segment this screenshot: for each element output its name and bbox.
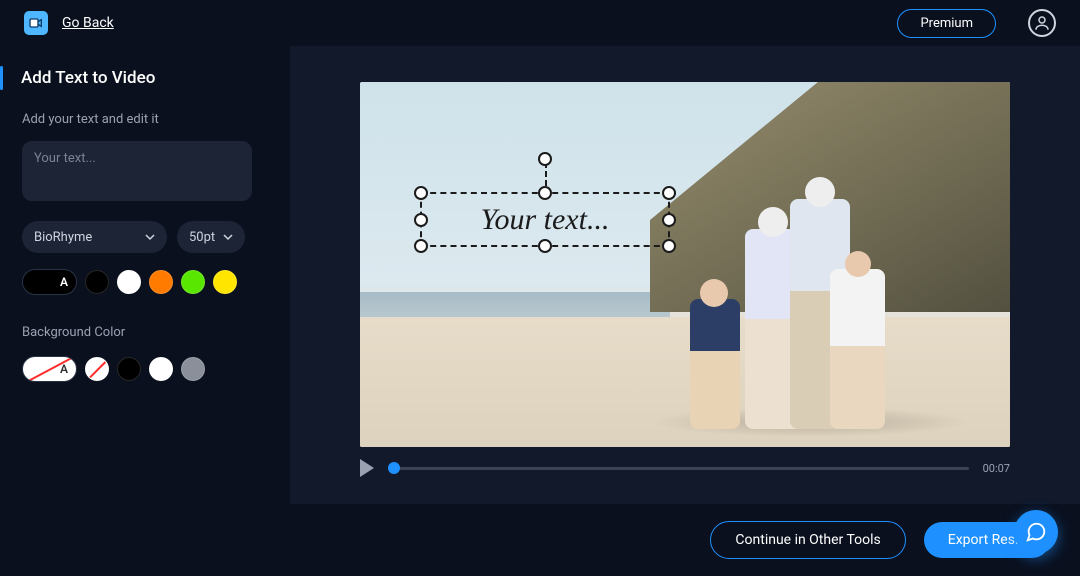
chevron-down-icon (145, 232, 155, 242)
seek-track[interactable] (388, 467, 969, 470)
text-color-white[interactable] (117, 270, 141, 294)
size-select-value: 50pt (189, 230, 215, 245)
sidebar: Add Text to Video Add your text and edit… (0, 46, 290, 576)
go-back-link[interactable]: Go Back (62, 15, 114, 31)
text-color-orange[interactable] (149, 270, 173, 294)
text-color-row: A (22, 269, 268, 295)
heading-accent (0, 66, 3, 90)
bg-color-white[interactable] (149, 357, 173, 381)
bg-color-indicator[interactable]: A (22, 356, 77, 382)
sidebar-subtitle: Add your text and edit it (22, 112, 268, 127)
resize-handle-tl[interactable] (414, 186, 428, 200)
text-color-green[interactable] (181, 270, 205, 294)
video-canvas[interactable]: Your text... (360, 82, 1010, 447)
resize-handle-bl[interactable] (414, 239, 428, 253)
bg-color-label: Background Color (22, 325, 268, 340)
bg-color-grey[interactable] (181, 357, 205, 381)
font-select-value: BioRhyme (34, 230, 92, 245)
video-player-bar: 00:07 (360, 459, 1010, 477)
seek-thumb[interactable] (388, 462, 400, 474)
resize-handle-tm[interactable] (538, 186, 552, 200)
text-input[interactable] (22, 141, 252, 201)
play-button[interactable] (360, 459, 374, 477)
chevron-down-icon (223, 232, 233, 242)
app-logo-icon (24, 11, 48, 35)
sidebar-title: Add Text to Video (21, 68, 155, 88)
size-select[interactable]: 50pt (177, 221, 245, 253)
bg-color-none[interactable] (85, 357, 109, 381)
bg-color-row: A (22, 356, 268, 382)
duration-label: 00:07 (983, 462, 1010, 475)
rotate-handle[interactable] (538, 152, 552, 166)
overlay-text: Your text... (481, 203, 610, 237)
letter-a-icon: A (60, 275, 68, 289)
continue-button[interactable]: Continue in Other Tools (710, 521, 905, 559)
bg-color-black[interactable] (117, 357, 141, 381)
text-color-indicator[interactable]: A (22, 269, 77, 295)
text-color-black[interactable] (85, 270, 109, 294)
resize-handle-ml[interactable] (414, 213, 428, 227)
text-overlay-box[interactable]: Your text... (420, 192, 670, 247)
resize-handle-bm[interactable] (538, 239, 552, 253)
resize-handle-mr[interactable] (662, 213, 676, 227)
text-color-yellow[interactable] (213, 270, 237, 294)
premium-button[interactable]: Premium (897, 9, 996, 38)
resize-handle-tr[interactable] (662, 186, 676, 200)
letter-a-icon: A (60, 362, 68, 376)
resize-handle-br[interactable] (662, 239, 676, 253)
font-select[interactable]: BioRhyme (22, 221, 167, 253)
account-avatar[interactable] (1028, 9, 1056, 37)
chat-fab[interactable] (1014, 510, 1058, 554)
